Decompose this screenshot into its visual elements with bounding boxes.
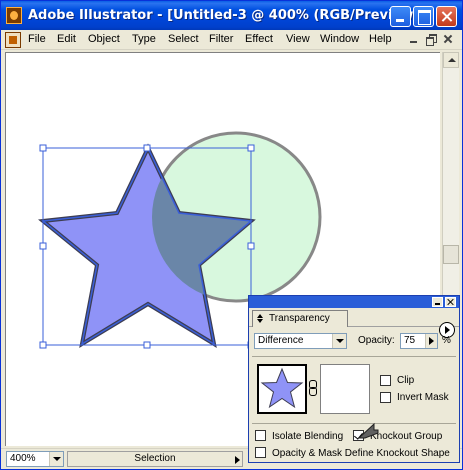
invert-mask-label: Invert Mask (397, 392, 449, 403)
palette-close-icon[interactable] (445, 297, 456, 307)
isolate-blending-label: Isolate Blending (272, 431, 344, 442)
window-title: Adobe Illustrator - [Untitled-3 @ 400% (… (28, 8, 430, 23)
close-button[interactable] (436, 6, 457, 27)
handle-middle-right[interactable] (247, 242, 255, 250)
opacity-unit: % (442, 335, 451, 346)
scroll-thumb[interactable] (443, 245, 459, 264)
opacity-mask-thumbnail[interactable] (320, 364, 370, 414)
palette-tab-row: Transparency (249, 308, 459, 338)
menu-object[interactable]: Object (88, 33, 120, 45)
opacity-mask-knockout-checkbox[interactable] (255, 447, 266, 458)
doc-minimize-icon[interactable] (407, 33, 421, 46)
thumbnail-star (260, 367, 304, 409)
blend-mode-value: Difference (258, 335, 304, 346)
menu-filter[interactable]: Filter (209, 33, 233, 45)
zoom-dropdown-arrow-icon[interactable] (49, 452, 63, 466)
menu-file[interactable]: File (28, 33, 46, 45)
minimize-button[interactable] (390, 6, 411, 27)
expand-arrows-icon[interactable] (257, 314, 265, 324)
status-tool-display[interactable]: Selection (67, 451, 243, 467)
maximize-button[interactable] (413, 6, 434, 27)
clip-checkbox[interactable] (380, 375, 391, 386)
mouse-pointer-icon (357, 422, 379, 439)
artwork-thumbnail[interactable] (257, 364, 307, 414)
tab-transparency[interactable]: Transparency (252, 310, 348, 327)
knockout-group-label: Knockout Group (370, 431, 443, 442)
handle-top-center[interactable] (143, 144, 151, 152)
handle-bottom-center[interactable] (143, 341, 151, 349)
blend-mode-select[interactable]: Difference (254, 333, 347, 349)
handle-top-left[interactable] (39, 144, 47, 152)
doc-restore-icon[interactable] (424, 33, 438, 46)
doc-close-icon[interactable] (441, 33, 455, 46)
opacity-slider-arrow-icon[interactable] (425, 334, 437, 348)
menu-select[interactable]: Select (168, 33, 199, 45)
menu-help[interactable]: Help (369, 33, 392, 45)
transparency-palette: Transparency Difference Opacity: 75 % Cl… (248, 295, 460, 463)
status-menu-arrow-icon[interactable] (235, 456, 240, 464)
zoom-level-field[interactable]: 400% (6, 451, 64, 467)
document-icon[interactable] (5, 32, 21, 48)
menu-effect[interactable]: Effect (245, 33, 273, 45)
illustrator-app-icon[interactable] (6, 7, 22, 24)
scroll-up-arrow-icon[interactable] (443, 52, 459, 68)
menu-type[interactable]: Type (132, 33, 156, 45)
opacity-label: Opacity: (358, 335, 395, 346)
blend-mode-dropdown-arrow-icon[interactable] (332, 334, 346, 348)
palette-divider (252, 423, 456, 424)
palette-minimize-icon[interactable] (432, 297, 443, 307)
palette-title-bar[interactable] (249, 296, 459, 308)
status-tool-label: Selection (134, 453, 176, 464)
invert-mask-checkbox[interactable] (380, 392, 391, 403)
handle-top-right[interactable] (247, 144, 255, 152)
menu-bar: File Edit Object Type Select Filter Effe… (1, 30, 462, 50)
menu-edit[interactable]: Edit (57, 33, 76, 45)
zoom-level-value: 400% (10, 453, 36, 464)
mask-link-icon[interactable] (309, 380, 317, 396)
opacity-value: 75 (404, 335, 416, 346)
opacity-field[interactable]: 75 (400, 333, 438, 349)
illustrator-window: Adobe Illustrator - [Untitled-3 @ 400% (… (0, 0, 463, 470)
handle-middle-left[interactable] (39, 242, 47, 250)
menu-view[interactable]: View (286, 33, 310, 45)
menu-window[interactable]: Window (320, 33, 359, 45)
palette-divider (252, 356, 456, 357)
clip-label: Clip (397, 375, 415, 386)
handle-bottom-left[interactable] (39, 341, 47, 349)
isolate-blending-checkbox[interactable] (255, 430, 266, 441)
opacity-mask-knockout-label: Opacity & Mask Define Knockout Shape (272, 448, 450, 459)
tab-transparency-label: Transparency (269, 313, 330, 324)
title-bar[interactable]: Adobe Illustrator - [Untitled-3 @ 400% (… (1, 1, 462, 30)
